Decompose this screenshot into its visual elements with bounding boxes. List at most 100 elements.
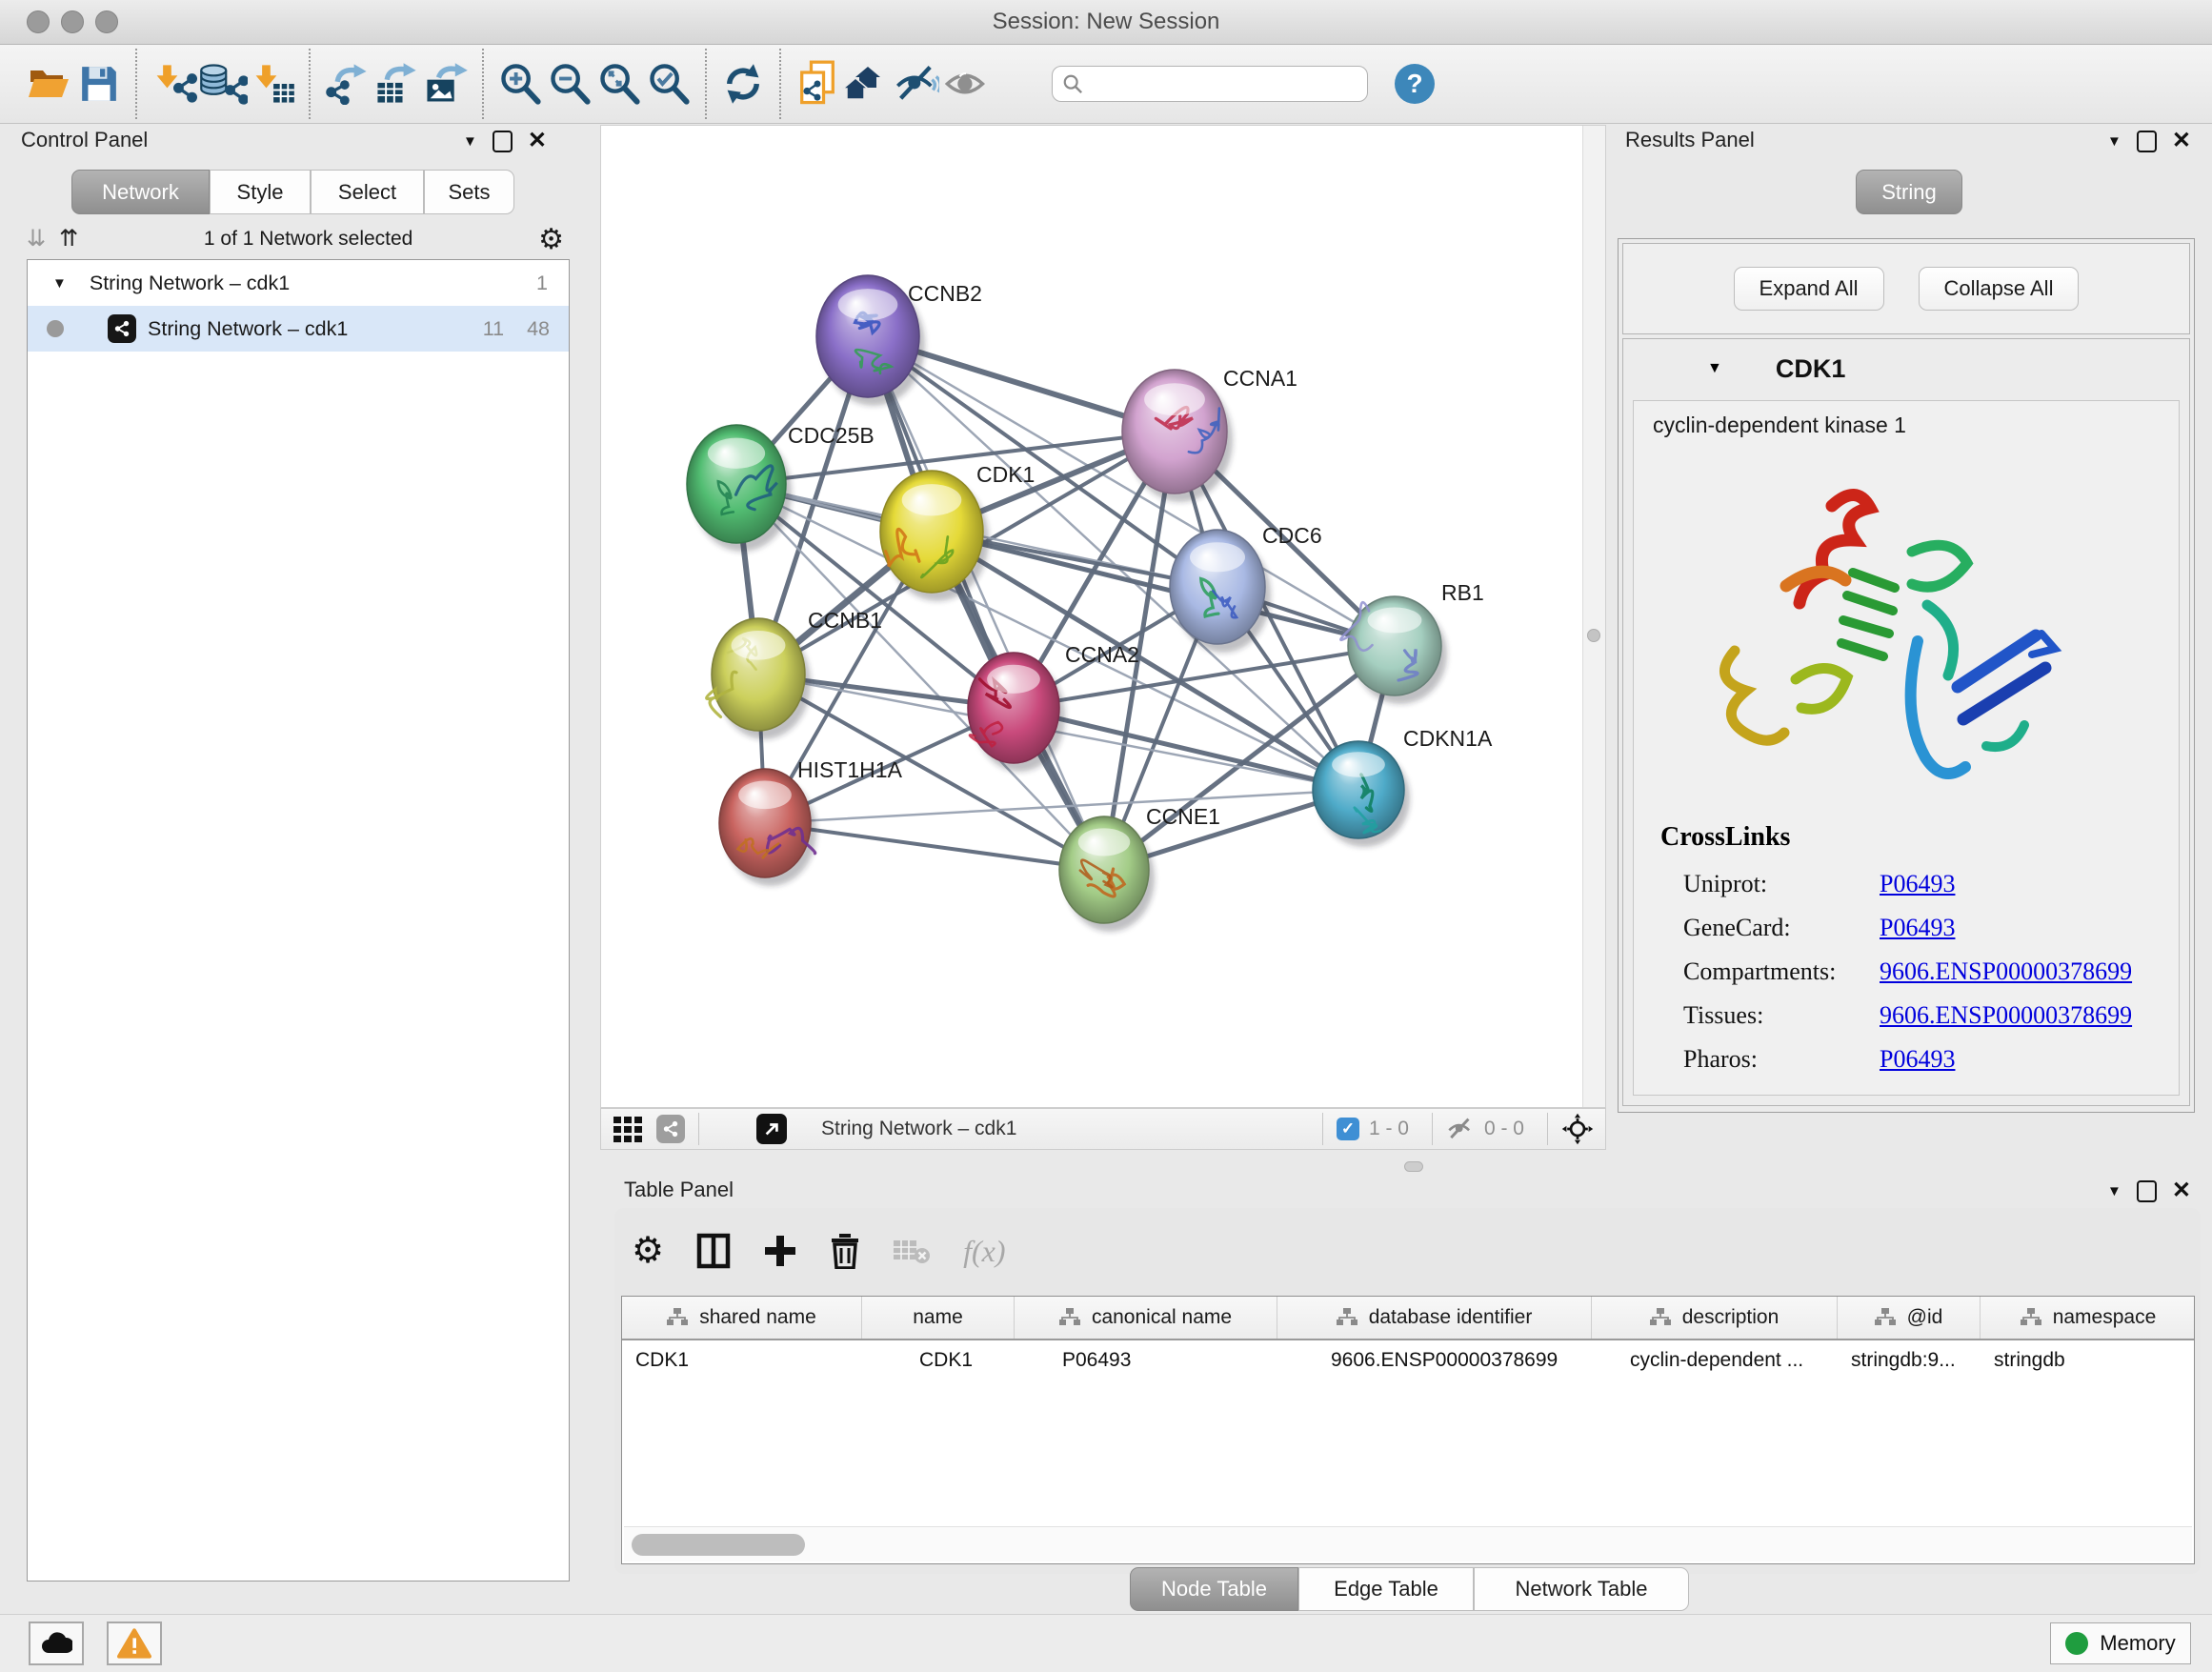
delete-column-trash-icon[interactable] — [830, 1233, 860, 1269]
node-CCNA1[interactable]: CCNA1 — [1122, 366, 1297, 502]
search-input[interactable] — [1091, 72, 1357, 96]
node-CDKN1A[interactable]: CDKN1A — [1313, 726, 1493, 847]
import-network-database-button[interactable] — [198, 57, 248, 111]
import-network-file-button[interactable] — [149, 57, 198, 111]
help-button[interactable]: ? — [1395, 64, 1435, 104]
results-panel-close-icon[interactable]: ✕ — [2172, 130, 2191, 152]
save-session-button[interactable] — [74, 57, 124, 111]
network-view-canvas[interactable]: CCNB2CCNA1CDC25BCDK1CDC6RB1CCNB1CCNA2CDK… — [600, 125, 1606, 1108]
tree-expand-icon[interactable]: ▼ — [52, 275, 67, 292]
memory-button[interactable]: Memory — [2050, 1622, 2191, 1664]
tab-string[interactable]: String — [1856, 170, 1962, 214]
node-CDC25B[interactable]: CDC25B — [687, 423, 875, 552]
collapse-all-icon[interactable]: ⇊ — [27, 228, 46, 251]
clone-network-view-button[interactable] — [793, 57, 842, 111]
tree-row-collection[interactable]: ▼ String Network – cdk1 1 — [28, 260, 569, 306]
crosslink-genecard-link[interactable]: P06493 — [1880, 914, 1955, 942]
show-columns-icon[interactable] — [696, 1233, 731, 1269]
network-graph[interactable]: CCNB2CCNA1CDC25BCDK1CDC6RB1CCNB1CCNA2CDK… — [601, 126, 1605, 1107]
horizontal-splitter-handle[interactable] — [1404, 1161, 1423, 1172]
column-header-name[interactable]: name — [862, 1297, 1015, 1339]
node-CCNA2[interactable]: CCNA2 — [968, 642, 1139, 772]
show-hidden-button[interactable] — [941, 57, 991, 111]
expand-all-icon[interactable]: ⇈ — [59, 228, 78, 251]
column-type-icon — [667, 1308, 688, 1327]
tab-network-table[interactable]: Network Table — [1474, 1567, 1689, 1611]
table-panel-close-icon[interactable]: ✕ — [2172, 1179, 2191, 1202]
table-panel-title: Table Panel — [624, 1178, 734, 1202]
zoom-in-icon — [498, 62, 542, 106]
tab-sets[interactable]: Sets — [424, 170, 514, 214]
table-row[interactable]: CDK1 CDK1 P06493 9606.ENSP00000378699 cy… — [622, 1340, 2194, 1380]
collapse-all-button[interactable]: Collapse All — [1919, 267, 2080, 311]
zoom-fit-button[interactable] — [594, 57, 644, 111]
edge-CCNB2-CCNE1[interactable] — [868, 336, 1104, 870]
crosslink-label: Uniprot: — [1683, 870, 1880, 898]
control-panel-float-icon[interactable] — [493, 131, 513, 152]
export-table-button[interactable] — [372, 57, 421, 111]
results-panel-float-icon[interactable] — [2137, 131, 2157, 152]
table-panel-menu-icon[interactable]: ▼ — [2107, 1183, 2122, 1199]
scrollbar-thumb[interactable] — [632, 1534, 805, 1556]
add-column-plus-icon[interactable] — [763, 1234, 797, 1268]
fit-crosshair-icon[interactable] — [1561, 1113, 1594, 1145]
tab-select[interactable]: Select — [311, 170, 424, 214]
refresh-view-button[interactable] — [718, 57, 768, 111]
crosslink-pharos-link[interactable]: P06493 — [1880, 1045, 1955, 1074]
crosslink-compartments-link[interactable]: 9606.ENSP00000378699 — [1880, 957, 2132, 986]
node-CCNB2[interactable]: CCNB2 — [816, 275, 982, 406]
tab-edge-table[interactable]: Edge Table — [1298, 1567, 1474, 1611]
column-header-shared-name[interactable]: shared name — [622, 1297, 862, 1339]
protein-section-header[interactable]: ▼ CDK1 — [1623, 339, 2189, 398]
external-view-icon[interactable] — [756, 1114, 787, 1144]
results-panel-menu-icon[interactable]: ▼ — [2107, 133, 2122, 150]
column-header-id[interactable]: @id — [1838, 1297, 1981, 1339]
node-RB1[interactable]: RB1 — [1340, 580, 1483, 704]
node-HIST1H1A[interactable]: HIST1H1A — [719, 757, 903, 886]
network-tree: ▼ String Network – cdk1 1 String Network… — [27, 259, 570, 1581]
table-horizontal-scrollbar[interactable] — [624, 1526, 2192, 1561]
network-share-badge-icon[interactable] — [656, 1115, 685, 1143]
column-type-icon — [1337, 1308, 1357, 1327]
export-network-button[interactable] — [322, 57, 372, 111]
control-panel-menu-icon[interactable]: ▼ — [463, 133, 477, 150]
zoom-in-button[interactable] — [495, 57, 545, 111]
zoom-selected-button[interactable] — [644, 57, 694, 111]
export-image-button[interactable] — [421, 57, 471, 111]
open-session-button[interactable] — [25, 57, 74, 111]
hidden-eye-slash-icon[interactable] — [1446, 1117, 1475, 1141]
zoom-out-button[interactable] — [545, 57, 594, 111]
gear-icon[interactable]: ⚙ — [538, 223, 564, 256]
network-results-splitter[interactable] — [1582, 126, 1605, 1107]
hide-selected-button[interactable] — [892, 57, 941, 111]
warnings-button[interactable] — [107, 1622, 162, 1665]
tab-style[interactable]: Style — [210, 170, 311, 214]
column-header-description[interactable]: description — [1592, 1297, 1838, 1339]
crosslink-tissues-link[interactable]: 9606.ENSP00000378699 — [1880, 1001, 2132, 1030]
control-panel-close-icon[interactable]: ✕ — [528, 130, 547, 152]
tab-network[interactable]: Network — [71, 170, 210, 214]
splitter-handle[interactable] — [1587, 629, 1600, 642]
table-settings-gear-icon[interactable]: ⚙ — [632, 1233, 664, 1269]
selection-status-text: 1 of 1 Network selected — [78, 228, 538, 251]
selected-checkbox-icon[interactable]: ✓ — [1337, 1118, 1359, 1140]
node-CCNE1[interactable]: CCNE1 — [1059, 804, 1220, 932]
edge-CCNA2-CDKN1A[interactable] — [1014, 708, 1358, 790]
table-panel-float-icon[interactable] — [2137, 1180, 2157, 1202]
crosslink-uniprot-link[interactable]: P06493 — [1880, 870, 1955, 898]
column-header-namespace[interactable]: namespace — [1981, 1297, 2195, 1339]
node-CDC6[interactable]: CDC6 — [1170, 523, 1322, 653]
control-panel-tabs: Network Style Select Sets — [71, 170, 514, 214]
show-all-networks-button[interactable] — [842, 57, 892, 111]
tab-node-table[interactable]: Node Table — [1130, 1567, 1298, 1611]
cloud-status-button[interactable] — [29, 1622, 84, 1665]
import-table-button[interactable] — [248, 57, 297, 111]
tree-row-network[interactable]: String Network – cdk1 11 48 — [28, 306, 569, 352]
section-collapse-icon[interactable]: ▼ — [1707, 360, 1722, 377]
expand-all-button[interactable]: Expand All — [1734, 267, 1884, 311]
column-header-database-identifier[interactable]: database identifier — [1277, 1297, 1592, 1339]
column-header-canonical-name[interactable]: canonical name — [1015, 1297, 1277, 1339]
node-CCNB1[interactable]: CCNB1 — [707, 608, 882, 739]
results-panel-title: Results Panel — [1625, 128, 1755, 152]
birdseye-grid-icon[interactable] — [613, 1115, 643, 1143]
